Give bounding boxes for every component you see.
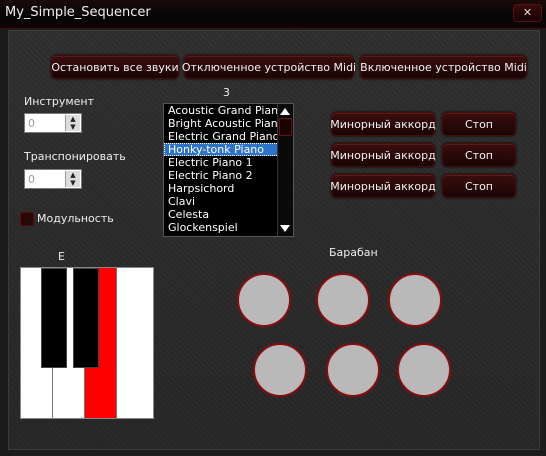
instrument-list-items: Acoustic Grand Piano Bright Acoustic Pian… xyxy=(164,104,293,234)
instrument-list-item[interactable]: Clavi xyxy=(164,195,293,208)
minor-chord-button-1[interactable]: Минорный аккорд xyxy=(330,112,436,136)
white-key-f[interactable] xyxy=(117,268,149,418)
instrument-label: Инструмент xyxy=(24,95,95,108)
transpose-spinner-arrows[interactable]: ▲ ▼ xyxy=(65,171,80,187)
drum-pad-2[interactable] xyxy=(316,273,370,327)
stop-all-sounds-button[interactable]: Остановить все звуки xyxy=(51,55,179,79)
chevron-up-icon[interactable]: ▲ xyxy=(66,115,80,123)
stop-button-3[interactable]: Стоп xyxy=(442,174,516,198)
scroll-down-icon[interactable] xyxy=(280,225,290,232)
instrument-list-item[interactable]: Glockenspiel xyxy=(164,221,293,234)
instrument-spinner[interactable]: 0 ▲ ▼ xyxy=(24,113,82,133)
drum-pad-1[interactable] xyxy=(237,273,291,327)
instrument-list-item[interactable]: Electric Grand Piano xyxy=(164,130,293,143)
modulation-checkbox[interactable] xyxy=(20,212,34,226)
app-window: My_Simple_Sequencer ✕ Остановить все зву… xyxy=(0,0,546,456)
chevron-up-icon[interactable]: ▲ xyxy=(66,171,80,179)
drum-pad-5[interactable] xyxy=(326,343,380,397)
title-bar[interactable]: My_Simple_Sequencer ✕ xyxy=(0,0,546,29)
black-key-c-sharp[interactable] xyxy=(41,268,67,368)
scroll-up-icon[interactable] xyxy=(280,108,290,115)
drum-pad-6[interactable] xyxy=(397,343,451,397)
stop-button-1[interactable]: Стоп xyxy=(442,112,516,136)
instrument-list-item[interactable]: Electric Piano 1 xyxy=(164,156,293,169)
list-scrollbar[interactable] xyxy=(277,104,293,236)
piano-keyboard xyxy=(20,267,154,419)
scroll-thumb[interactable] xyxy=(279,118,292,136)
transpose-label: Транспонировать xyxy=(24,150,126,163)
instrument-list-item[interactable]: Harpsichord xyxy=(164,182,293,195)
transpose-value: 0 xyxy=(28,173,35,186)
window-title: My_Simple_Sequencer xyxy=(5,5,151,20)
modulation-label: Модульность xyxy=(37,212,114,225)
drum-pad-3[interactable] xyxy=(388,273,442,327)
instrument-list-item[interactable]: Acoustic Grand Piano xyxy=(164,104,293,117)
instrument-list-item[interactable]: Electric Piano 2 xyxy=(164,169,293,182)
chevron-down-icon[interactable]: ▼ xyxy=(66,179,80,187)
instrument-value: 0 xyxy=(28,117,35,130)
close-icon: ✕ xyxy=(522,6,533,19)
list-header: 3 xyxy=(223,86,230,99)
minor-chord-button-2[interactable]: Минорный аккорд xyxy=(330,143,436,167)
midi-off-button[interactable]: Отключенное устройство Midi xyxy=(182,55,356,79)
black-key-d-sharp[interactable] xyxy=(73,268,99,368)
close-button[interactable]: ✕ xyxy=(513,4,542,22)
instrument-list-item[interactable]: Honky-tonk Piano xyxy=(164,143,293,156)
midi-on-button[interactable]: Включенное устройство Midi xyxy=(360,55,527,79)
instrument-list[interactable]: Acoustic Grand Piano Bright Acoustic Pian… xyxy=(163,103,294,237)
drum-label: Барабан xyxy=(329,246,378,259)
instrument-list-item[interactable]: Celesta xyxy=(164,208,293,221)
chevron-down-icon[interactable]: ▼ xyxy=(66,123,80,131)
stop-button-2[interactable]: Стоп xyxy=(442,143,516,167)
client-area: Остановить все звуки Отключенное устройс… xyxy=(8,30,540,450)
instrument-list-item[interactable]: Bright Acoustic Piano xyxy=(164,117,293,130)
minor-chord-button-3[interactable]: Минорный аккорд xyxy=(330,174,436,198)
drum-pad-4[interactable] xyxy=(253,343,307,397)
piano-note-label: E xyxy=(58,250,65,263)
instrument-spinner-arrows[interactable]: ▲ ▼ xyxy=(65,115,80,131)
transpose-spinner[interactable]: 0 ▲ ▼ xyxy=(24,169,82,189)
